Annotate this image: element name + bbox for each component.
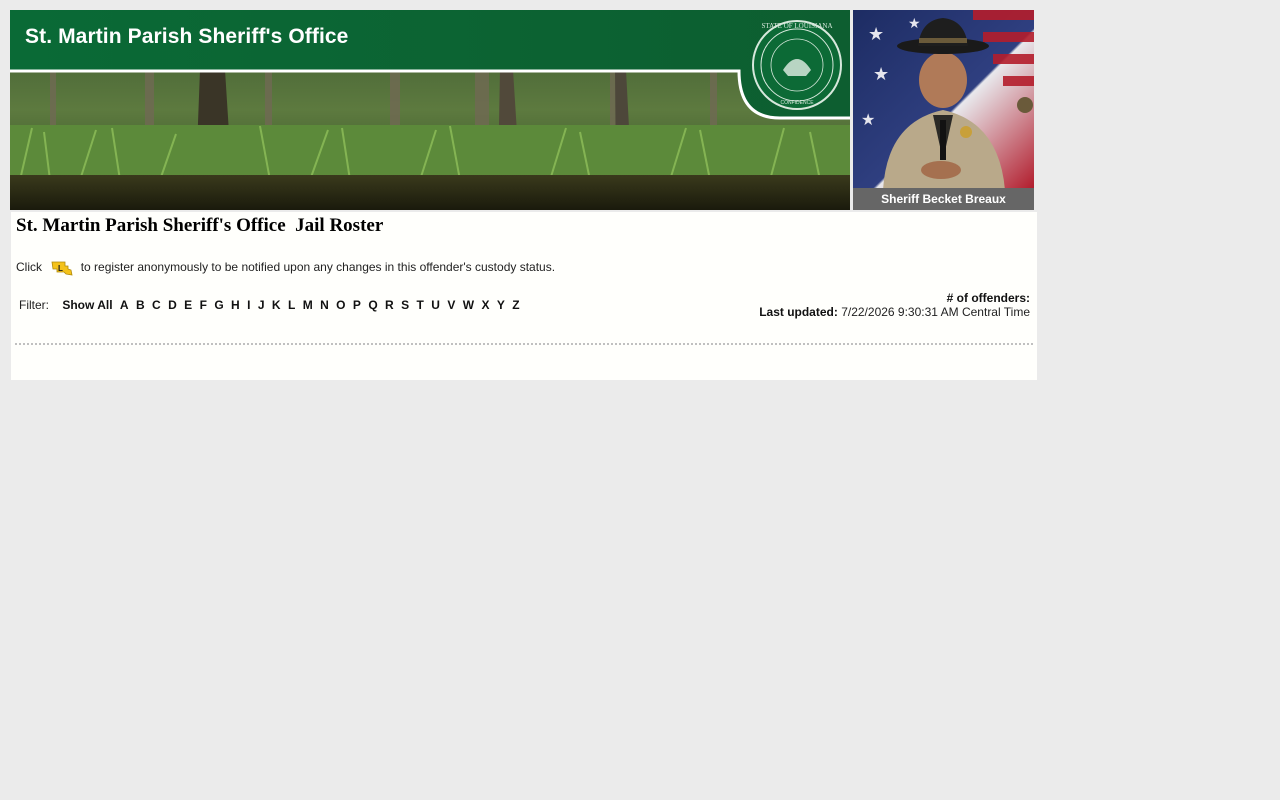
sheriff-photo-panel: ★ ★ ★ ★ Sheriff Becket Breaux — [853, 10, 1034, 210]
filter-letter-m[interactable]: M — [303, 298, 313, 312]
svg-text:★: ★ — [908, 15, 921, 31]
filter-letter-x[interactable]: X — [481, 298, 489, 312]
filter-letter-t[interactable]: T — [417, 298, 424, 312]
louisiana-notify-icon[interactable]: L — [51, 259, 73, 277]
svg-text:L: L — [58, 264, 63, 273]
svg-text:★: ★ — [873, 64, 889, 84]
filter-letter-c[interactable]: C — [152, 298, 161, 312]
header-banner: STATE OF LOUISIANA CONFIDENCE St. Martin… — [10, 10, 850, 210]
svg-text:STATE OF LOUISIANA: STATE OF LOUISIANA — [762, 22, 833, 30]
sheriff-photo: ★ ★ ★ ★ — [853, 10, 1034, 190]
louisiana-seal-icon: STATE OF LOUISIANA CONFIDENCE — [752, 20, 842, 110]
filter-letter-r[interactable]: R — [385, 298, 394, 312]
svg-text:★: ★ — [861, 112, 875, 129]
filter-letter-u[interactable]: U — [431, 298, 440, 312]
alphabet-filter: Filter: Show All ABCDEFGHIJKLMNOPQRSTUVW… — [19, 298, 527, 312]
svg-text:★: ★ — [868, 24, 884, 44]
offender-count-row: # of offenders: — [759, 291, 1030, 305]
svg-text:CONFIDENCE: CONFIDENCE — [780, 100, 814, 106]
filter-letter-w[interactable]: W — [463, 298, 474, 312]
filter-letter-q[interactable]: Q — [368, 298, 377, 312]
last-updated-row: Last updated: 7/22/2026 9:30:31 AM Centr… — [759, 305, 1030, 319]
filter-letter-b[interactable]: B — [136, 298, 145, 312]
offender-count-label: # of offenders: — [946, 291, 1030, 305]
notify-text: to register anonymously to be notified u… — [80, 260, 556, 274]
sheriff-name-caption: Sheriff Becket Breaux — [853, 188, 1034, 210]
filter-letter-a[interactable]: A — [120, 298, 129, 312]
page-title: St. Martin Parish Sheriff's Office Jail … — [16, 215, 384, 236]
filter-letter-n[interactable]: N — [320, 298, 329, 312]
site-title: St. Martin Parish Sheriff's Office — [25, 25, 349, 48]
filter-letter-g[interactable]: G — [214, 298, 223, 312]
filter-label: Filter: — [19, 298, 49, 312]
filter-letter-l[interactable]: L — [288, 298, 295, 312]
filter-letter-j[interactable]: J — [258, 298, 265, 312]
notify-lead-text: Click — [16, 260, 42, 274]
filter-letter-e[interactable]: E — [184, 298, 192, 312]
notify-instructions: Click L to register anonymously to be no… — [16, 259, 555, 277]
filter-letters: ABCDEFGHIJKLMNOPQRSTUVWXYZ — [120, 298, 527, 312]
last-updated-label: Last updated: — [759, 305, 838, 319]
roster-content: St. Martin Parish Sheriff's Office Jail … — [11, 212, 1037, 380]
last-updated-value: 7/22/2026 9:30:31 AM Central Time — [841, 305, 1030, 319]
filter-letter-f[interactable]: F — [200, 298, 207, 312]
filter-letter-d[interactable]: D — [168, 298, 177, 312]
roster-stats: # of offenders: Last updated: 7/22/2026 … — [759, 291, 1030, 319]
filter-letter-i[interactable]: I — [247, 298, 250, 312]
filter-letter-z[interactable]: Z — [512, 298, 519, 312]
filter-letter-v[interactable]: V — [447, 298, 455, 312]
dotted-divider — [15, 343, 1033, 345]
filter-letter-s[interactable]: S — [401, 298, 409, 312]
filter-letter-y[interactable]: Y — [497, 298, 505, 312]
filter-letter-p[interactable]: P — [353, 298, 361, 312]
filter-letter-k[interactable]: K — [272, 298, 281, 312]
filter-letter-o[interactable]: O — [336, 298, 345, 312]
filter-letter-h[interactable]: H — [231, 298, 240, 312]
filter-show-all-link[interactable]: Show All — [62, 298, 112, 312]
